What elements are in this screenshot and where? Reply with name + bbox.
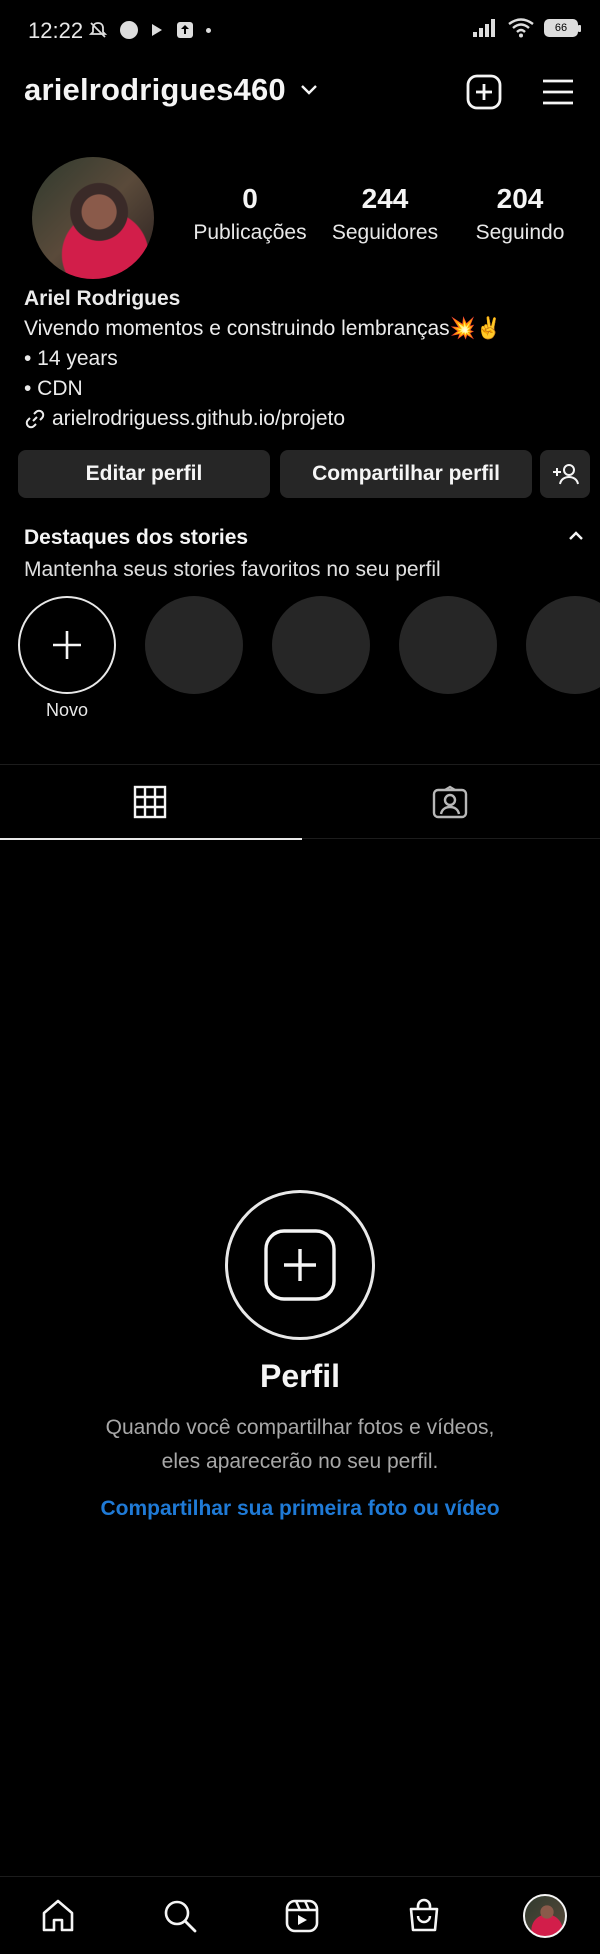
small-dot-icon	[206, 27, 211, 33]
shop-icon	[409, 1898, 439, 1932]
new-post-button[interactable]	[462, 70, 506, 114]
battery-icon: 66	[544, 19, 581, 37]
stat-followers-label: Seguidores	[331, 221, 439, 244]
display-name: Ariel Rodrigues	[24, 287, 181, 310]
bio-line-3: • CDN	[24, 377, 83, 400]
empty-state-title: Perfil	[259, 1358, 341, 1394]
share-first-post-link[interactable]: Compartilhar sua primeira foto ou vídeo	[0, 1497, 600, 1521]
stat-posts[interactable]: 0 Publicações	[180, 183, 320, 245]
profile-actions: Editar perfil Compartilhar perfil	[18, 450, 590, 498]
highlights-header: Destaques dos stories Mantenha seus stor…	[24, 526, 584, 582]
profile-header: arielrodrigues460	[0, 62, 600, 122]
plus-icon	[53, 631, 81, 659]
highlight-placeholder	[272, 596, 370, 694]
active-tab-indicator	[0, 838, 302, 840]
grid-icon	[133, 785, 167, 819]
edit-profile-button[interactable]: Editar perfil	[18, 450, 270, 498]
bio-line-1: Vivendo momentos e construindo lembrança…	[24, 317, 502, 340]
bio-line-2: • 14 years	[24, 347, 118, 370]
profile-tabs	[0, 764, 600, 840]
search-icon	[164, 1900, 197, 1933]
tab-grid[interactable]	[0, 765, 302, 840]
highlights-row: Novo	[18, 596, 600, 726]
avatar[interactable]	[32, 157, 154, 279]
highlights-subtitle: Mantenha seus stories favoritos no seu p…	[24, 558, 441, 581]
empty-state: Perfil Quando você compartilhar fotos e …	[0, 1190, 600, 1521]
battery-level: 66	[554, 22, 568, 34]
share-profile-button[interactable]: Compartilhar perfil	[280, 450, 532, 498]
link-icon	[25, 409, 45, 429]
upload-icon	[177, 22, 193, 38]
reels-icon	[285, 1899, 319, 1933]
bottom-navigation	[0, 1876, 600, 1954]
chevron-down-icon[interactable]	[300, 84, 318, 96]
bio-link-text[interactable]: arielrodriguess.github.io/projeto	[52, 404, 345, 434]
bio-link[interactable]: arielrodriguess.github.io/projeto	[24, 404, 584, 434]
highlight-placeholder	[526, 596, 600, 694]
empty-state-circle[interactable]	[225, 1190, 375, 1340]
highlight-new[interactable]: Novo	[18, 596, 116, 726]
status-time: 12:22	[28, 18, 84, 43]
highlights-title: Destaques dos stories	[24, 526, 249, 549]
empty-state-description: Quando você compartilhar fotos e vídeos,…	[105, 1416, 495, 1473]
stat-following-value: 204	[496, 183, 544, 214]
profile-avatar[interactable]	[523, 1894, 567, 1938]
chevron-up-icon[interactable]	[568, 530, 584, 542]
new-post-icon	[264, 1229, 336, 1301]
profile-stats: 0 Publicações 244 Seguidores 204 Seguind…	[180, 183, 580, 253]
stat-posts-value: 0	[242, 183, 258, 214]
nav-reels[interactable]	[277, 1891, 327, 1941]
dot-icon	[120, 21, 138, 39]
nav-home[interactable]	[33, 1891, 83, 1941]
stat-followers-value: 244	[361, 183, 409, 214]
new-post-icon	[466, 74, 502, 110]
tagged-icon	[432, 785, 468, 819]
mute-icon	[88, 22, 108, 38]
menu-button[interactable]	[536, 70, 580, 114]
profile-bio: Ariel Rodrigues Vivendo momentos e const…	[24, 284, 584, 434]
highlight-placeholder	[399, 596, 497, 694]
highlight-new-circle[interactable]	[18, 596, 116, 694]
highlight-new-label: Novo	[45, 700, 89, 720]
signal-icon	[473, 19, 495, 37]
nav-shop[interactable]	[399, 1891, 449, 1941]
highlight-placeholder	[145, 596, 243, 694]
menu-icon	[543, 79, 573, 105]
discover-people-button[interactable]	[540, 450, 590, 498]
play-icon	[152, 24, 162, 36]
profile-screen: 12:22 66 arielrodrigues460 0 Publicações…	[0, 0, 600, 1954]
wifi-icon	[508, 18, 534, 38]
status-bar: 12:22 66	[0, 0, 600, 62]
nav-search[interactable]	[155, 1891, 205, 1941]
tab-tagged[interactable]	[300, 765, 600, 839]
stat-following[interactable]: 204 Seguindo	[460, 183, 580, 245]
home-icon	[42, 1899, 74, 1932]
stat-posts-label: Publicações	[193, 221, 307, 244]
stat-followers[interactable]: 244 Seguidores	[320, 183, 450, 245]
username[interactable]: arielrodrigues460	[24, 72, 286, 108]
nav-profile[interactable]	[520, 1891, 570, 1941]
stat-following-label: Seguindo	[475, 221, 565, 244]
add-person-icon	[553, 464, 579, 485]
